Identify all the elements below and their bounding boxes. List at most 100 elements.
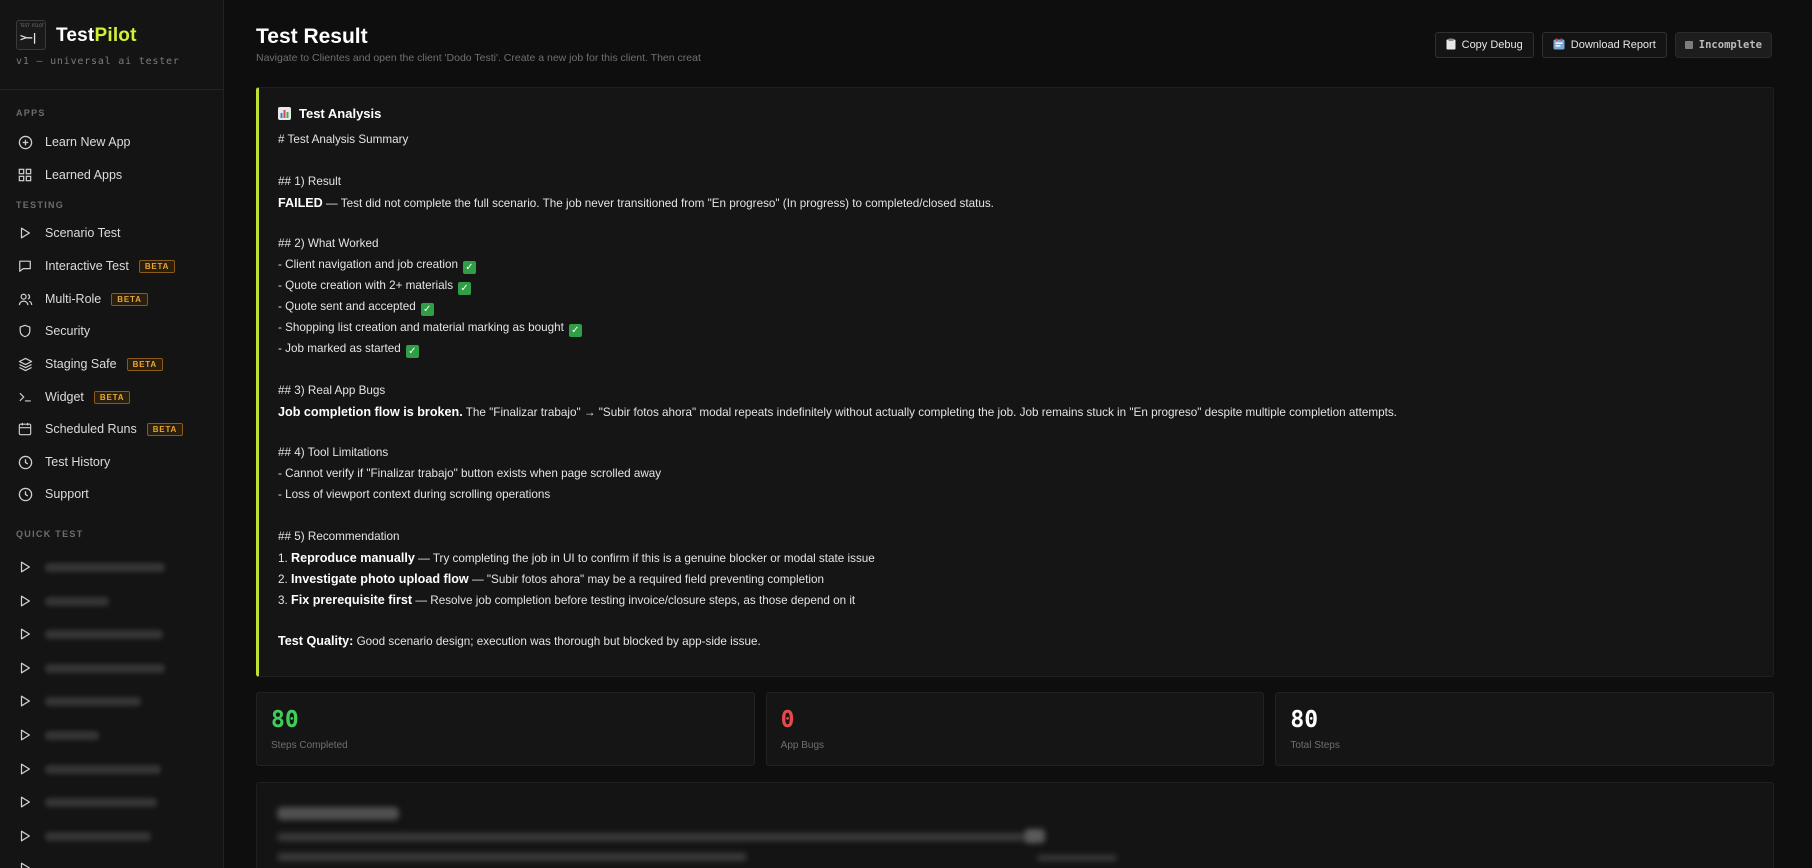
play-icon <box>16 659 34 677</box>
worked-item-text: - Quote creation with 2+ materials <box>278 279 454 293</box>
quick-test-item[interactable] <box>16 723 212 747</box>
chat-icon <box>16 257 34 275</box>
recommendation-number: 3. <box>278 593 291 607</box>
bar-chart-icon <box>278 107 291 120</box>
nav-label: Learn New App <box>45 135 131 149</box>
blurred-line <box>277 853 747 861</box>
worked-item: - Job marked as started ✓ <box>278 339 1773 360</box>
nav-label: Interactive Test <box>45 259 129 273</box>
test-quality-line: Test Quality: Good scenario design; exec… <box>278 631 1773 652</box>
worked-item-text: - Shopping list creation and material ma… <box>278 321 564 335</box>
brand: TEST PILOT >—| TestPilot v1 — universal … <box>0 0 223 90</box>
play-icon <box>16 760 34 778</box>
brand-tagline: v1 — universal ai tester <box>16 56 180 67</box>
quick-test-item[interactable] <box>16 824 212 848</box>
quick-test-item[interactable] <box>16 622 212 646</box>
summary-title: # Test Analysis Summary <box>278 133 409 146</box>
beta-badge: BETA <box>146 422 184 436</box>
report-icon <box>1553 37 1565 53</box>
stat-label: App Bugs <box>780 740 825 751</box>
copy-debug-button[interactable]: Copy Debug <box>1434 32 1534 58</box>
nav-label: Support <box>45 487 89 501</box>
recommendation-title: Investigate photo upload flow <box>291 571 469 586</box>
header-actions: Copy Debug Download Report Incomplete <box>1434 32 1772 58</box>
quick-test-item[interactable] <box>16 689 212 713</box>
copy-debug-label: Copy Debug <box>1461 39 1523 51</box>
play-icon <box>16 625 34 643</box>
calendar-icon <box>16 420 34 438</box>
help-icon <box>16 485 34 503</box>
brand-name-part1: Test <box>56 25 95 46</box>
recommendation-item: 1. Reproduce manually — Try completing t… <box>278 548 1773 569</box>
worked-item-text: - Client navigation and job creation <box>278 258 458 272</box>
nav-label: Learned Apps <box>45 168 123 182</box>
nav-scenario-test[interactable]: Scenario Test <box>16 220 212 246</box>
nav-scheduled-runs[interactable]: Scheduled Runs BETA <box>16 416 212 442</box>
recommendation-text: — Try completing the job in UI to confir… <box>414 551 875 565</box>
quick-test-item[interactable] <box>16 656 212 680</box>
worked-item-text: - Job marked as started <box>278 341 401 355</box>
status-badge: Incomplete <box>1674 32 1772 58</box>
recommendation-title: Reproduce manually <box>291 550 415 565</box>
result-status: FAILED <box>278 195 323 210</box>
section-label-quick-test: QUICK TEST <box>16 529 84 539</box>
plus-circle-icon <box>16 133 34 151</box>
nav-security[interactable]: Security <box>16 318 212 344</box>
brand-name[interactable]: TestPilot <box>56 25 137 47</box>
check-mark-icon: ✓ <box>405 344 419 358</box>
bug-text: The "Finalizar trabajo" → "Subir fotos a… <box>462 405 1397 419</box>
check-mark-icon: ✓ <box>420 303 434 317</box>
download-report-label: Download Report <box>1570 39 1656 51</box>
terminal-icon <box>16 388 34 406</box>
bug-line: Job completion flow is broken. The "Fina… <box>278 402 1773 423</box>
blurred-icon <box>1025 829 1045 843</box>
nav-label: Widget <box>45 390 84 404</box>
nav-label: Security <box>45 324 91 338</box>
analysis-title: Test Analysis <box>299 106 382 121</box>
result-text: — Test did not complete the full scenari… <box>322 196 994 210</box>
nav-interactive-test[interactable]: Interactive Test BETA <box>16 253 212 279</box>
status-text: Incomplete <box>1698 39 1762 51</box>
play-icon <box>16 558 34 576</box>
main-content: Test Result Navigate to Clientes and ope… <box>224 0 1812 868</box>
stats-row: 80 Steps Completed 0 App Bugs 80 Total S… <box>256 692 1775 766</box>
recommendation-number: 1. <box>278 551 291 565</box>
nav-label: Staging Safe <box>45 357 117 371</box>
section-title-result: ## 1) Result <box>278 174 342 188</box>
section-label-apps: APPS <box>16 108 46 118</box>
nav-test-history[interactable]: Test History <box>16 449 212 475</box>
blurred-label <box>45 562 165 572</box>
blurred-label <box>45 831 151 841</box>
clipboard-icon <box>1446 38 1456 53</box>
download-report-button[interactable]: Download Report <box>1541 32 1667 58</box>
nav-widget[interactable]: Widget BETA <box>16 384 212 410</box>
quick-test-item[interactable] <box>16 856 212 868</box>
nav-learn-new-app[interactable]: Learn New App <box>16 129 212 155</box>
nav-support[interactable]: Support <box>16 481 212 507</box>
nav-learned-apps[interactable]: Learned Apps <box>16 162 212 188</box>
worked-item: - Client navigation and job creation ✓ <box>278 255 1773 276</box>
quick-test-item[interactable] <box>16 555 212 579</box>
quick-test-item[interactable] <box>16 790 212 814</box>
grid-icon <box>16 166 34 184</box>
test-quality-label: Test Quality: <box>278 634 354 649</box>
recommendation-number: 2. <box>278 572 291 586</box>
stat-value: 80 <box>271 707 299 733</box>
blurred-label <box>45 764 161 774</box>
shield-icon <box>16 322 34 340</box>
quick-test-item[interactable] <box>16 589 212 613</box>
recommendation-item: 2. Investigate photo upload flow — "Subi… <box>278 569 1773 590</box>
bug-summary: Job completion flow is broken. <box>278 404 463 419</box>
quick-test-item[interactable] <box>16 757 212 781</box>
section-title-bugs: ## 3) Real App Bugs <box>278 383 386 397</box>
play-icon <box>16 592 34 610</box>
brand-name-part2: Pilot <box>94 25 137 46</box>
section-title-what-worked: ## 2) What Worked <box>278 237 379 251</box>
section-title-recommendation: ## 5) Recommendation <box>278 529 400 543</box>
nav-multi-role[interactable]: Multi-Role BETA <box>16 286 212 312</box>
play-icon <box>16 224 34 242</box>
worked-item: - Quote sent and accepted ✓ <box>278 297 1773 318</box>
nav-staging-safe[interactable]: Staging Safe BETA <box>16 351 212 377</box>
beta-badge: BETA <box>93 390 131 404</box>
stat-steps-completed: 80 Steps Completed <box>256 692 755 766</box>
